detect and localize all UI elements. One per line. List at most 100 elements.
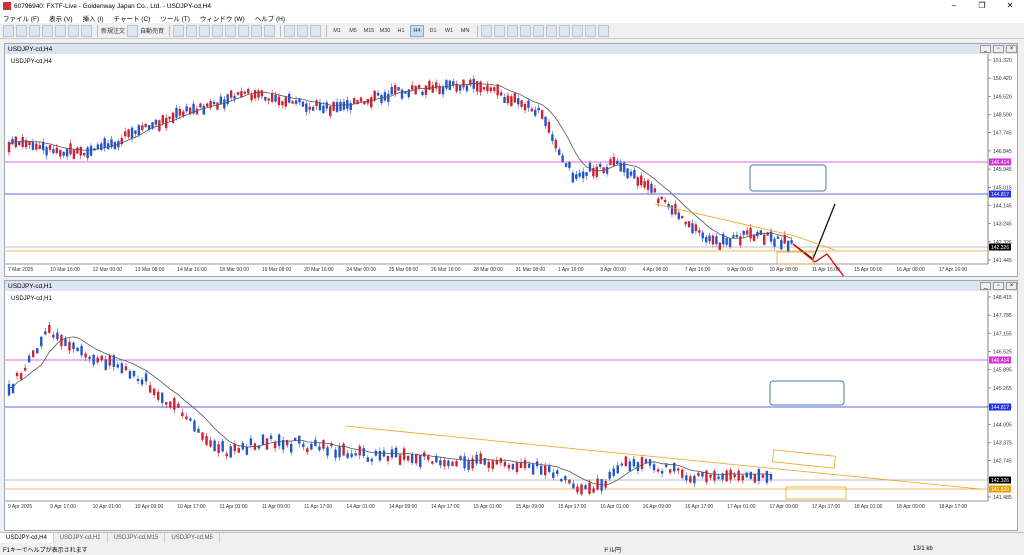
tf-h4[interactable]: H4 — [410, 24, 425, 37]
chart-close-button[interactable]: × — [1006, 45, 1017, 53]
arrows-icon[interactable] — [598, 24, 610, 37]
trendline-icon[interactable] — [533, 24, 545, 37]
tf-h1[interactable]: H1 — [394, 25, 408, 37]
text-icon[interactable] — [572, 24, 584, 37]
candle-body — [269, 435, 273, 439]
new-chart-icon[interactable] — [3, 24, 14, 37]
label-icon[interactable] — [585, 24, 597, 37]
candle-body — [657, 198, 660, 204]
crosshair-icon[interactable] — [494, 24, 506, 37]
templates-icon[interactable] — [310, 24, 322, 37]
horizontal-line-icon[interactable] — [520, 24, 532, 37]
candle-body — [776, 236, 780, 239]
tab-h1[interactable]: USDJPY-cd,H1 — [54, 533, 108, 543]
candle-body — [213, 440, 216, 452]
periods-icon[interactable] — [297, 24, 309, 37]
candle-body — [709, 474, 712, 478]
time-tick-label: 19 Mar 08:00 — [262, 267, 292, 273]
candlestick-icon[interactable] — [186, 24, 198, 37]
candle-body — [737, 470, 740, 481]
candle-body — [493, 87, 496, 91]
close-button[interactable]: ✕ — [996, 0, 1024, 12]
candle-body — [288, 93, 291, 103]
terminal-icon[interactable] — [68, 24, 79, 37]
chart-shift-icon[interactable] — [264, 24, 276, 37]
tester-icon[interactable] — [81, 24, 92, 37]
maximize-button[interactable]: ❐ — [968, 0, 996, 12]
price-tick-label: 144.005 — [993, 422, 1012, 428]
line-chart-icon[interactable] — [199, 24, 211, 37]
chart-canvas-h4[interactable]: 151.320 150.420 149.520 148.590 147.745 146.8… — [5, 54, 1017, 276]
menu-view[interactable]: 表示 (V) — [49, 13, 72, 23]
candle-body — [80, 345, 83, 356]
candle-body — [561, 155, 564, 163]
chart-canvas-h1[interactable]: 148.415 147.785 147.155 146.525 145.895 145.2… — [5, 291, 1017, 530]
metaeditor-icon[interactable] — [127, 24, 139, 37]
time-tick-label: 17 Apr 17:00 — [812, 504, 841, 510]
chart-restore-button[interactable]: ▫ — [993, 45, 1004, 53]
tile-windows-icon[interactable] — [238, 24, 250, 37]
menu-window[interactable]: ウィンドウ (W) — [200, 13, 245, 23]
candle-body — [141, 125, 144, 130]
candle-body — [757, 469, 761, 481]
candle-body — [260, 90, 264, 97]
candle-body — [604, 481, 607, 488]
profiles-icon[interactable] — [16, 24, 27, 37]
minimize-button[interactable]: – — [940, 0, 968, 12]
time-tick-label: 20 Mar 16:00 — [304, 267, 334, 273]
cursor-icon[interactable] — [481, 24, 493, 37]
indicators-icon[interactable] — [284, 24, 296, 37]
candle-body — [717, 476, 720, 479]
candle-body — [511, 464, 515, 470]
menu-insert[interactable]: 挿入 (I) — [83, 13, 104, 23]
auto-trade-button[interactable]: 自動売買 — [140, 25, 164, 37]
zoom-out-icon[interactable] — [225, 24, 237, 37]
chart-window-h4[interactable]: USDJPY-cd,H4 _ ▫ × 151.320 150.420 149.520… — [4, 43, 1018, 277]
candle-body — [486, 85, 489, 92]
tf-m5[interactable]: M5 — [346, 25, 360, 37]
menu-help[interactable]: ヘルプ (H) — [255, 13, 285, 23]
chart-close-button[interactable]: × — [1006, 282, 1017, 290]
candle-body — [451, 461, 454, 466]
menu-file[interactable]: ファイル (F) — [3, 13, 39, 23]
tf-mn[interactable]: MN — [458, 25, 472, 37]
bar-chart-icon[interactable] — [173, 24, 185, 37]
menu-tools[interactable]: ツール (T) — [160, 13, 190, 23]
tf-w1[interactable]: W1 — [442, 25, 456, 37]
tab-m15[interactable]: USDJPY-cd,M15 — [108, 533, 166, 543]
menu-chart[interactable]: チャート (C) — [114, 13, 151, 23]
navigator-icon[interactable] — [55, 24, 66, 37]
time-tick-label: 10 Mar 16:00 — [50, 267, 80, 273]
tf-m30[interactable]: M30 — [378, 25, 392, 37]
candle-body — [393, 85, 397, 94]
candle-body — [745, 230, 749, 235]
tab-h4[interactable]: USDJPY-cd,H4 — [0, 533, 54, 543]
candle-body — [612, 156, 616, 166]
candle-body — [378, 451, 382, 461]
time-tick-label: 17 Apr 01:00 — [727, 504, 756, 510]
new-order-button[interactable]: 新規注文 — [101, 25, 125, 37]
new-order-label: 新規注文 — [101, 29, 126, 35]
channel-icon[interactable] — [546, 24, 558, 37]
data-window-icon[interactable] — [42, 24, 53, 37]
chart-minimize-button[interactable]: _ — [980, 45, 991, 53]
scroll-end-icon[interactable] — [251, 24, 263, 37]
candle-body — [335, 102, 339, 112]
candle-body — [359, 97, 363, 102]
zoom-in-icon[interactable] — [212, 24, 224, 37]
moving-average-line — [8, 82, 792, 239]
vertical-line-icon[interactable] — [507, 24, 519, 37]
chart-window-h1[interactable]: USDJPY-cd,H1 _ ▫ × 148.415 147.785 147.155… — [4, 280, 1018, 531]
tf-d1[interactable]: D1 — [426, 25, 440, 37]
price-tick-label: 147.155 — [993, 331, 1012, 337]
tab-m5[interactable]: USDJPY-cd,M5 — [165, 533, 220, 543]
fibonacci-icon[interactable] — [559, 24, 571, 37]
chart-restore-button[interactable]: ▫ — [993, 282, 1004, 290]
chart-minimize-button[interactable]: _ — [980, 282, 991, 290]
tf-m15[interactable]: M15 — [362, 25, 376, 37]
price-marker-label: 142.326 — [991, 245, 1009, 251]
candle-body — [687, 221, 691, 228]
market-watch-icon[interactable] — [29, 24, 40, 37]
tf-m1[interactable]: M1 — [330, 25, 344, 37]
candle-body — [725, 470, 728, 482]
